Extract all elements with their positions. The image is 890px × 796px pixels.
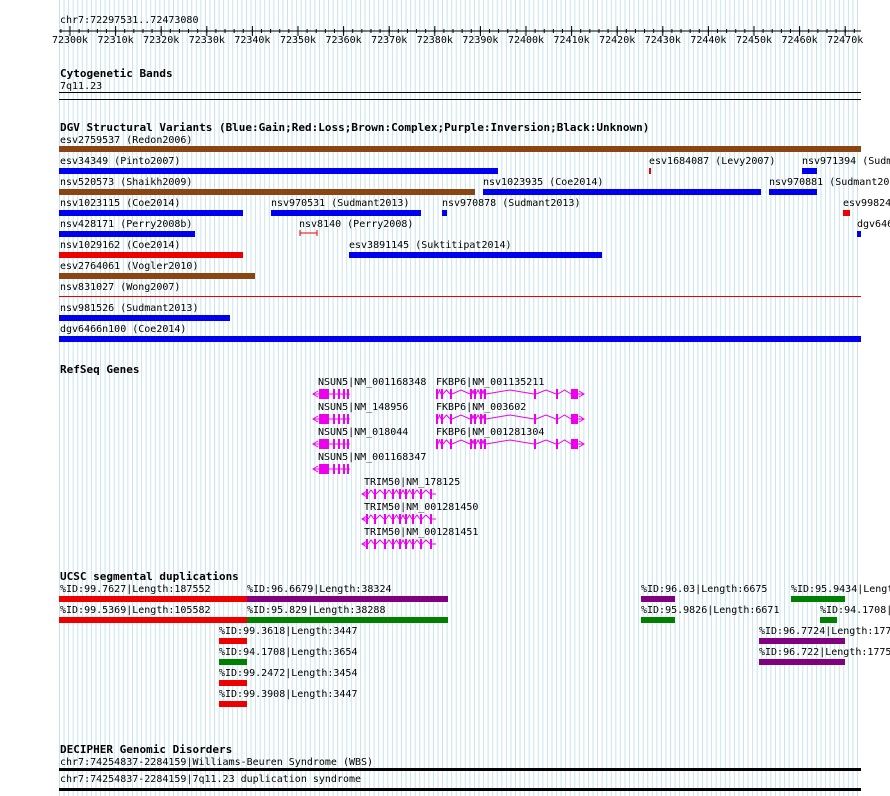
segdup-label[interactable]: %ID:96.03|Length:6675	[641, 584, 767, 595]
gene-model[interactable]	[361, 538, 436, 549]
segdup-label[interactable]: %ID:95.9826|Length:6671	[641, 605, 779, 616]
segdup-bar[interactable]	[759, 659, 845, 665]
segdup-bar[interactable]	[641, 617, 675, 623]
segdup-label[interactable]: %ID:96.722|Length:1775	[759, 647, 890, 658]
gene-model[interactable]	[312, 464, 350, 474]
segdup-bar[interactable]	[219, 701, 247, 707]
segdup-label[interactable]: %ID:99.3908|Length:3447	[219, 689, 357, 700]
segdup-bar[interactable]	[641, 596, 675, 602]
gene-model[interactable]	[361, 488, 436, 499]
segdup-label[interactable]: %ID:99.5369|Length:105582	[60, 605, 211, 616]
track-header-decipher: DECIPHER Genomic Disorders	[60, 743, 233, 756]
segdup-bar[interactable]	[219, 638, 247, 644]
segdup-label[interactable]: %ID:94.1708|Length:3654	[219, 647, 357, 658]
gene-models[interactable]	[0, 0, 890, 560]
segdup-bar[interactable]	[759, 638, 845, 644]
segdup-label[interactable]: %ID:99.7627|Length:187552	[60, 584, 211, 595]
segdup-bar[interactable]	[59, 596, 247, 602]
decipher-label[interactable]: chr7:74254837-2284159|Williams-Beuren Sy…	[60, 757, 373, 768]
gene-model[interactable]	[436, 438, 585, 449]
decipher-label[interactable]: chr7:74254837-2284159|7q11.23 duplicatio…	[60, 774, 361, 785]
segdup-label[interactable]: %ID:96.6679|Length:38324	[247, 584, 392, 595]
segdup-label[interactable]: %ID:99.2472|Length:3454	[219, 668, 357, 679]
segdup-label[interactable]: %ID:95.9434|Lengt	[791, 584, 890, 595]
segdup-label[interactable]: %ID:99.3618|Length:3447	[219, 626, 357, 637]
gene-model[interactable]	[436, 413, 585, 424]
segdup-label[interactable]: %ID:95.829|Length:38288	[247, 605, 385, 616]
gene-model[interactable]	[361, 513, 436, 524]
track-header-segdups: UCSC segmental duplications	[60, 570, 239, 583]
segdup-bar[interactable]	[59, 617, 247, 623]
segdup-bar[interactable]	[219, 680, 247, 686]
segdup-bar[interactable]	[247, 596, 448, 602]
decipher-bar[interactable]	[59, 768, 861, 771]
segdup-bar[interactable]	[247, 617, 448, 623]
segdup-label[interactable]: %ID:96.7724|Length:177	[759, 626, 890, 637]
segdup-label[interactable]: %ID:94.1708|	[820, 605, 890, 616]
gene-model[interactable]	[312, 389, 350, 399]
gene-model[interactable]	[312, 414, 350, 424]
segdup-bar[interactable]	[219, 659, 247, 665]
gene-model[interactable]	[312, 439, 350, 449]
segdup-bar[interactable]	[820, 617, 837, 623]
gene-model[interactable]	[436, 388, 585, 399]
segdup-bar[interactable]	[791, 596, 845, 602]
decipher-bar[interactable]	[59, 788, 861, 791]
